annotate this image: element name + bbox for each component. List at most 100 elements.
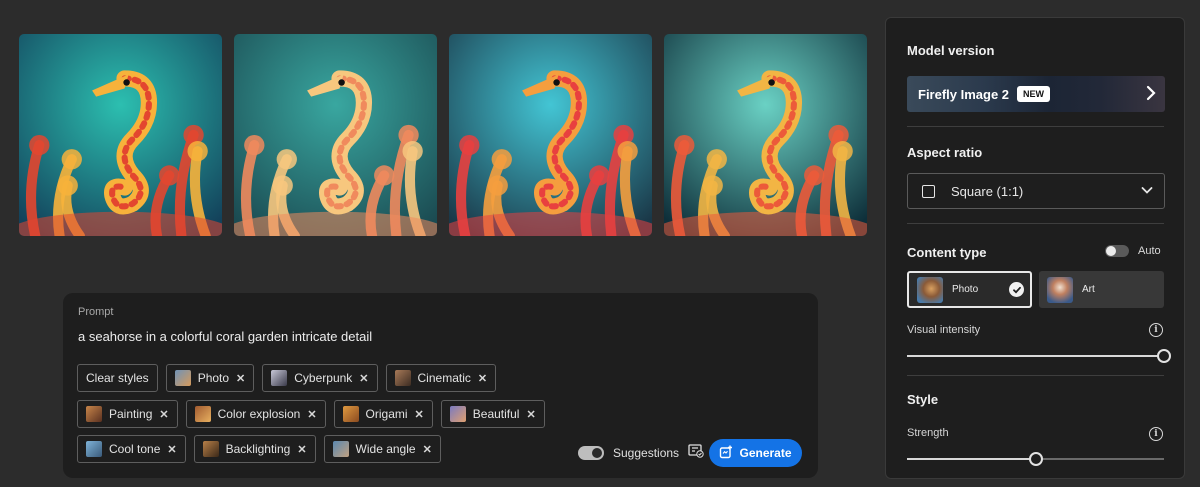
info-icon[interactable]: i xyxy=(1149,323,1163,337)
model-version-title: Model version xyxy=(907,43,995,58)
remove-icon[interactable]: ✕ xyxy=(526,408,535,421)
slider-handle[interactable] xyxy=(1157,349,1171,363)
cool-tone-style-thumbnail xyxy=(86,441,102,457)
style-chips-row-3: Cool tone ✕ Backlighting ✕ Wide angle ✕ xyxy=(77,435,441,463)
chevron-down-icon xyxy=(1141,184,1153,199)
style-chip-wide-angle[interactable]: Wide angle ✕ xyxy=(323,435,441,463)
clear-styles-button[interactable]: Clear styles xyxy=(77,364,158,392)
seahorse-image-1 xyxy=(19,34,222,236)
remove-icon[interactable]: ✕ xyxy=(297,443,306,456)
square-icon xyxy=(922,184,935,198)
seahorse-image-3 xyxy=(449,34,652,236)
backlighting-style-thumbnail xyxy=(202,441,219,457)
image-gallery xyxy=(19,34,867,236)
style-chip-painting[interactable]: Painting ✕ xyxy=(77,400,178,428)
remove-icon[interactable]: ✕ xyxy=(159,408,168,421)
auto-label: Auto xyxy=(1138,245,1161,257)
content-photo-label: Photo xyxy=(952,284,979,295)
remove-icon[interactable]: ✕ xyxy=(478,372,487,385)
generated-image-2[interactable] xyxy=(234,34,437,236)
divider xyxy=(907,126,1164,127)
style-chip-origami[interactable]: Origami ✕ xyxy=(333,400,433,428)
wide-angle-style-thumbnail xyxy=(332,441,349,457)
new-badge: NEW xyxy=(1017,86,1051,102)
style-chip-cyberpunk[interactable]: Cyberpunk ✕ xyxy=(262,364,378,392)
chip-label: Cyberpunk xyxy=(294,371,353,385)
chip-label: Color explosion xyxy=(217,407,301,421)
model-name: Firefly Image 2 xyxy=(918,86,1010,102)
generated-image-3[interactable] xyxy=(449,34,652,236)
remove-icon[interactable]: ✕ xyxy=(423,443,432,456)
seahorse-image-2 xyxy=(234,34,437,236)
color-explosion-style-thumbnail xyxy=(194,406,211,422)
suggestions-control: Suggestions xyxy=(578,444,704,461)
checkmark-icon xyxy=(1009,282,1024,297)
prompt-input[interactable]: a seahorse in a colorful coral garden in… xyxy=(78,329,372,344)
divider xyxy=(907,375,1164,376)
suggestions-check-icon[interactable] xyxy=(688,444,704,461)
chip-label: Beautiful xyxy=(472,407,520,421)
remove-icon[interactable]: ✕ xyxy=(415,408,424,421)
chip-label: Photo xyxy=(197,371,230,385)
art-thumbnail xyxy=(1047,276,1073,303)
prompt-label: Prompt xyxy=(78,306,114,318)
remove-icon[interactable]: ✕ xyxy=(307,408,316,421)
style-chip-cool-tone[interactable]: Cool tone ✕ xyxy=(77,435,186,463)
slider-handle[interactable] xyxy=(1028,452,1043,466)
chip-label: Cinematic xyxy=(417,371,471,385)
chip-label: Cool tone xyxy=(109,442,161,456)
style-chips-row-2: Painting ✕ Color explosion ✕ Origami ✕ Beau… xyxy=(77,400,545,428)
slider-fill xyxy=(907,355,1164,357)
content-type-art[interactable]: Art xyxy=(1039,271,1164,308)
strength-label: Strength xyxy=(907,427,949,439)
generated-image-1[interactable] xyxy=(19,34,222,236)
style-chip-cinematic[interactable]: Cinematic ✕ xyxy=(385,364,497,392)
photo-style-thumbnail xyxy=(174,370,191,386)
chevron-right-icon xyxy=(1146,85,1156,104)
model-version-selector[interactable]: Firefly Image 2 NEW xyxy=(907,76,1165,112)
remove-icon[interactable]: ✕ xyxy=(359,372,368,385)
content-art-label: Art xyxy=(1082,284,1095,295)
aspect-ratio-dropdown[interactable]: Square (1:1) xyxy=(907,173,1165,209)
strength-slider[interactable] xyxy=(907,452,1164,466)
content-type-photo[interactable]: Photo xyxy=(907,271,1032,308)
painting-style-thumbnail xyxy=(86,406,102,422)
photo-thumbnail xyxy=(917,276,943,303)
cinematic-style-thumbnail xyxy=(394,370,411,386)
visual-intensity-slider[interactable] xyxy=(907,349,1171,363)
beautiful-style-thumbnail xyxy=(449,406,466,422)
chip-label: Origami xyxy=(365,407,408,421)
content-type-title: Content type xyxy=(907,245,987,260)
chip-label: Wide angle xyxy=(355,442,416,456)
auto-control: Auto xyxy=(1105,245,1161,257)
style-chip-photo[interactable]: Photo ✕ xyxy=(165,364,255,392)
info-icon[interactable]: i xyxy=(1149,427,1163,441)
suggestions-toggle[interactable] xyxy=(578,445,604,460)
generate-button[interactable]: Generate xyxy=(709,439,802,467)
aspect-ratio-value: Square (1:1) xyxy=(951,183,1024,199)
clear-styles-label: Clear styles xyxy=(86,371,149,385)
origami-style-thumbnail xyxy=(342,406,359,422)
suggestions-label: Suggestions xyxy=(613,445,680,460)
auto-toggle[interactable] xyxy=(1105,245,1129,257)
remove-icon[interactable]: ✕ xyxy=(236,372,245,385)
visual-intensity-label: Visual intensity xyxy=(907,324,981,336)
style-chip-beautiful[interactable]: Beautiful ✕ xyxy=(440,400,545,428)
style-title: Style xyxy=(907,392,939,407)
remove-icon[interactable]: ✕ xyxy=(167,443,176,456)
slider-fill xyxy=(907,458,1036,460)
divider xyxy=(907,223,1164,224)
seahorse-image-4 xyxy=(664,34,867,236)
style-chip-backlighting[interactable]: Backlighting ✕ xyxy=(193,435,316,463)
generate-label: Generate xyxy=(739,446,792,460)
cyberpunk-style-thumbnail xyxy=(271,370,288,386)
settings-sidebar: Model version Firefly Image 2 NEW Aspect… xyxy=(885,17,1185,479)
generated-image-4[interactable] xyxy=(664,34,867,236)
chip-label: Backlighting xyxy=(225,442,291,456)
style-chips-row-1: Clear styles Photo ✕ Cyberpunk ✕ Cinematic… xyxy=(77,364,497,392)
style-chip-color-explosion[interactable]: Color explosion ✕ xyxy=(185,400,326,428)
aspect-ratio-title: Aspect ratio xyxy=(907,145,983,160)
prompt-panel: Prompt a seahorse in a colorful coral ga… xyxy=(63,293,818,478)
chip-label: Painting xyxy=(109,407,153,421)
generate-icon xyxy=(719,445,733,462)
